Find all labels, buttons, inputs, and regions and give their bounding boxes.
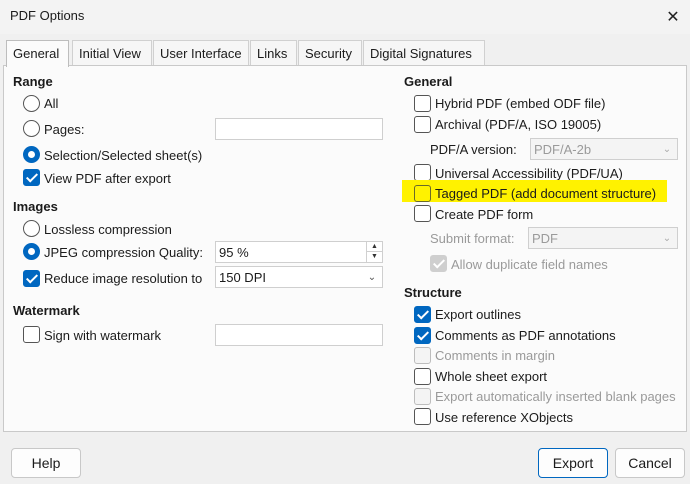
chevron-down-icon[interactable]: ⌄ [657, 139, 677, 159]
hybrid-label: Hybrid PDF (embed ODF file) [435, 96, 606, 111]
allow-duplicate-label: Allow duplicate field names [451, 257, 608, 272]
tab-user-interface[interactable]: User Interface [153, 40, 249, 66]
universal-accessibility-label: Universal Accessibility (PDF/UA) [435, 166, 623, 181]
tagged-pdf-label: Tagged PDF (add document structure) [435, 186, 657, 201]
create-form-label: Create PDF form [435, 207, 534, 222]
tab-digital-signatures[interactable]: Digital Signatures [363, 40, 485, 66]
close-icon[interactable]: ✕ [656, 0, 690, 34]
archival-checkbox[interactable] [414, 116, 431, 133]
tab-label: General [13, 46, 60, 61]
create-form-checkbox[interactable] [414, 205, 431, 222]
view-pdf-label: View PDF after export [44, 171, 171, 186]
radio-jpeg-label: JPEG compression Quality: [44, 245, 203, 260]
images-heading: Images [13, 199, 58, 214]
quantity-stepper[interactable]: ▲ ▼ [366, 242, 382, 262]
tab-general[interactable]: General [6, 40, 69, 67]
export-button[interactable]: Export [538, 448, 608, 478]
pdfa-version-dropdown[interactable]: PDF/A-2b ⌄ [530, 138, 678, 160]
radio-pages-label: Pages: [44, 122, 85, 137]
use-xobjects-checkbox[interactable] [414, 408, 431, 425]
watermark-input[interactable] [215, 324, 383, 346]
radio-lossless[interactable] [23, 220, 40, 237]
radio-jpeg[interactable] [23, 243, 40, 260]
tab-label: Links [257, 46, 288, 61]
export-outlines-label: Export outlines [435, 307, 521, 322]
whole-sheet-label: Whole sheet export [435, 369, 548, 384]
resolution-dropdown[interactable]: 150 DPI ⌄ [215, 266, 383, 288]
pdfa-version-value: PDF/A-2b [534, 142, 592, 157]
submit-format-label: Submit format: [430, 231, 515, 246]
view-pdf-checkbox[interactable] [23, 169, 40, 186]
radio-all-label: All [44, 96, 59, 111]
submit-format-value: PDF [532, 231, 558, 246]
tagged-pdf-checkbox[interactable] [414, 185, 431, 202]
use-xobjects-label: Use reference XObjects [435, 410, 574, 425]
tab-links[interactable]: Links [250, 40, 297, 66]
window-title: PDF Options [10, 8, 85, 23]
archival-label: Archival (PDF/A, ISO 19005) [435, 117, 602, 132]
pdfa-version-label: PDF/A version: [430, 142, 517, 157]
spin-down-icon[interactable]: ▼ [367, 252, 382, 262]
tab-initial-view[interactable]: Initial View [72, 40, 152, 66]
jpeg-quality-spinbox[interactable]: 95 % ▲ ▼ [215, 241, 383, 263]
resolution-value: 150 DPI [219, 270, 266, 285]
comments-annotations-label: Comments as PDF annotations [435, 328, 616, 343]
tab-label: User Interface [160, 46, 242, 61]
range-heading: Range [13, 74, 53, 89]
spin-up-icon[interactable]: ▲ [367, 242, 382, 252]
structure-heading: Structure [404, 285, 462, 300]
chevron-down-icon[interactable]: ⌄ [657, 228, 677, 248]
pages-input[interactable] [215, 118, 383, 140]
title-bar [0, 0, 690, 34]
watermark-label: Sign with watermark [44, 328, 162, 343]
allow-duplicate-checkbox[interactable] [430, 255, 447, 272]
radio-selection[interactable] [23, 146, 40, 163]
help-button[interactable]: Help [11, 448, 81, 478]
jpeg-quality-value: 95 % [219, 245, 249, 260]
export-blank-pages-checkbox[interactable] [414, 388, 431, 405]
export-blank-pages-label: Export automatically inserted blank page… [435, 389, 676, 404]
hybrid-checkbox[interactable] [414, 95, 431, 112]
comments-margin-label: Comments in margin [435, 348, 555, 363]
radio-pages[interactable] [23, 120, 40, 137]
tab-label: Digital Signatures [370, 46, 472, 61]
watermark-heading: Watermark [13, 303, 80, 318]
reduce-resolution-checkbox[interactable] [23, 270, 40, 287]
general-heading: General [404, 74, 453, 89]
whole-sheet-checkbox[interactable] [414, 368, 431, 385]
export-outlines-checkbox[interactable] [414, 306, 431, 323]
chevron-down-icon[interactable]: ⌄ [362, 267, 382, 287]
radio-all[interactable] [23, 95, 40, 112]
watermark-checkbox[interactable] [23, 326, 40, 343]
tab-label: Initial View [79, 46, 141, 61]
radio-selection-label: Selection/Selected sheet(s) [44, 148, 203, 163]
submit-format-dropdown[interactable]: PDF ⌄ [528, 227, 678, 249]
tab-label: Security [305, 46, 352, 61]
cancel-button[interactable]: Cancel [615, 448, 685, 478]
radio-lossless-label: Lossless compression [44, 222, 172, 237]
comments-margin-checkbox[interactable] [414, 347, 431, 364]
reduce-resolution-label: Reduce image resolution to [44, 271, 203, 286]
universal-accessibility-checkbox[interactable] [414, 164, 431, 181]
comments-annotations-checkbox[interactable] [414, 327, 431, 344]
tab-security[interactable]: Security [298, 40, 362, 66]
